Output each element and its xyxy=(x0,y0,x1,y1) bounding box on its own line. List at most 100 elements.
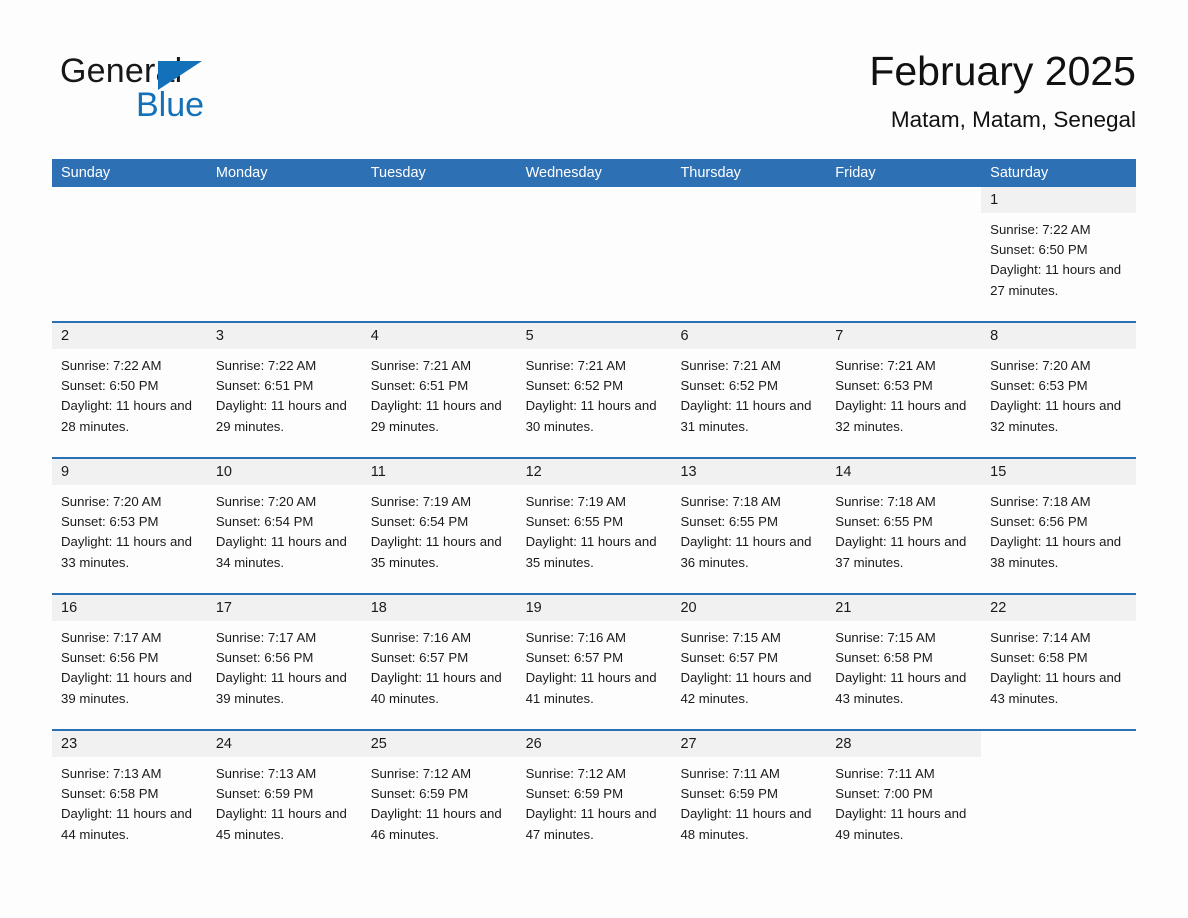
weekday-header-wednesday: Wednesday xyxy=(525,165,602,181)
day-number-band: 25 xyxy=(361,731,517,757)
day-detail-body: Sunrise: 7:11 AM Sunset: 6:59 PM Daylight:… xyxy=(671,757,826,845)
day-number-band: 5 xyxy=(516,323,672,349)
sunrise-text: Sunrise: 7:17 AM xyxy=(215,630,317,645)
sunset-text: Sunset: 6:51 PM xyxy=(215,378,314,394)
sunset-text: Sunset: 6:53 PM xyxy=(835,378,933,394)
sunrise-text: Sunrise: 7:11 AM xyxy=(835,766,935,781)
calendar-day-cell[interactable]: 25 Sunrise: 7:12 AM Sunset: 6:59 PM Dayligh… xyxy=(361,731,517,865)
daylight-text: Daylight: 11 hours and 28 minutes. xyxy=(61,398,192,434)
calendar-day-cell[interactable]: 6 Sunrise: 7:21 AM Sunset: 6:52 PM Daylight… xyxy=(671,323,827,457)
sunrise-text: Sunrise: 7:18 AM xyxy=(835,494,936,509)
calendar-weeks: 1 Sunrise: 7:22 AM Sunset: 6:50 PM Daylight… xyxy=(52,187,1137,865)
day-number-band: 17 xyxy=(206,595,362,621)
calendar-day-cell[interactable]: 19 Sunrise: 7:16 AM Sunset: 6:57 PM Dayligh… xyxy=(516,595,672,729)
daylight-text: Daylight: 11 hours and 46 minutes. xyxy=(370,806,502,842)
calendar-day-cell[interactable]: 28 Sunrise: 7:11 AM Sunset: 7:00 PM Dayligh… xyxy=(826,731,982,865)
day-detail-body: Sunrise: 7:15 AM Sunset: 6:58 PM Daylight:… xyxy=(826,621,981,709)
sunrise-text: Sunrise: 7:13 AM xyxy=(61,766,162,781)
day-detail-body: Sunrise: 7:12 AM Sunset: 6:59 PM Daylight:… xyxy=(362,757,517,845)
calendar-day-cell[interactable]: 1 Sunrise: 7:22 AM Sunset: 6:50 PM Daylight… xyxy=(981,187,1137,321)
daylight-text: Daylight: 11 hours and 47 minutes. xyxy=(525,806,657,842)
calendar-day-cell[interactable]: 5 Sunrise: 7:21 AM Sunset: 6:52 PM Daylight… xyxy=(516,323,672,457)
day-number: 20 xyxy=(680,600,697,616)
page-header: General Blue February 2025 Matam, Matam,… xyxy=(52,44,1136,148)
day-number: 10 xyxy=(215,464,232,480)
daylight-text: Daylight: 11 hours and 43 minutes. xyxy=(990,670,1122,706)
day-number-band: 26 xyxy=(516,731,672,757)
day-detail-body: Sunrise: 7:18 AM Sunset: 6:56 PM Daylight:… xyxy=(981,485,1136,573)
sunrise-text: Sunrise: 7:21 AM xyxy=(680,358,781,373)
day-number: 8 xyxy=(990,328,999,344)
sunset-text: Sunset: 6:50 PM xyxy=(990,242,1088,258)
calendar-day-cell[interactable]: 10 Sunrise: 7:20 AM Sunset: 6:54 PM Dayligh… xyxy=(206,459,362,593)
daylight-text: Daylight: 11 hours and 31 minutes. xyxy=(680,398,812,434)
calendar-day-cell-empty xyxy=(52,187,207,321)
sunset-text: Sunset: 6:54 PM xyxy=(370,514,469,530)
calendar-day-cell[interactable]: 4 Sunrise: 7:21 AM Sunset: 6:51 PM Daylight… xyxy=(361,323,517,457)
calendar-day-cell[interactable]: 15 Sunrise: 7:18 AM Sunset: 6:56 PM Dayligh… xyxy=(981,459,1137,593)
daylight-text: Daylight: 11 hours and 43 minutes. xyxy=(835,670,967,706)
day-detail-body: Sunrise: 7:20 AM Sunset: 6:53 PM Daylight:… xyxy=(52,485,207,573)
day-detail-body: Sunrise: 7:21 AM Sunset: 6:52 PM Daylight:… xyxy=(517,349,672,437)
calendar-day-cell[interactable]: 23 Sunrise: 7:13 AM Sunset: 6:58 PM Dayligh… xyxy=(52,731,207,865)
daylight-text: Daylight: 11 hours and 40 minutes. xyxy=(370,670,502,706)
calendar-day-cell[interactable]: 22 Sunrise: 7:14 AM Sunset: 6:58 PM Dayligh… xyxy=(981,595,1137,729)
sunset-text: Sunset: 6:51 PM xyxy=(370,378,469,394)
daylight-text: Daylight: 11 hours and 35 minutes. xyxy=(370,534,502,570)
day-number: 28 xyxy=(835,736,852,752)
calendar-day-cell[interactable]: 24 Sunrise: 7:13 AM Sunset: 6:59 PM Dayligh… xyxy=(206,731,362,865)
daylight-text: Daylight: 11 hours and 32 minutes. xyxy=(835,398,967,434)
calendar-day-cell[interactable]: 14 Sunrise: 7:18 AM Sunset: 6:55 PM Dayligh… xyxy=(826,459,982,593)
sunrise-text: Sunrise: 7:18 AM xyxy=(680,494,781,509)
calendar-day-cell[interactable]: 12 Sunrise: 7:19 AM Sunset: 6:55 PM Dayligh… xyxy=(516,459,672,593)
daylight-text: Daylight: 11 hours and 36 minutes. xyxy=(680,534,812,570)
daylight-text: Daylight: 11 hours and 44 minutes. xyxy=(61,806,192,842)
calendar-day-cell[interactable]: 2 Sunrise: 7:22 AM Sunset: 6:50 PM Daylight… xyxy=(52,323,207,457)
daylight-text: Daylight: 11 hours and 30 minutes. xyxy=(525,398,657,434)
weekday-header-tuesday: Tuesday xyxy=(370,165,426,181)
day-number-band: 8 xyxy=(981,323,1137,349)
calendar-day-cell[interactable]: 7 Sunrise: 7:21 AM Sunset: 6:53 PM Daylight… xyxy=(826,323,982,457)
day-detail-body: Sunrise: 7:20 AM Sunset: 6:54 PM Daylight:… xyxy=(207,485,362,573)
day-detail-body: Sunrise: 7:18 AM Sunset: 6:55 PM Daylight:… xyxy=(671,485,826,573)
day-detail-body: Sunrise: 7:22 AM Sunset: 6:50 PM Daylight:… xyxy=(981,213,1136,301)
calendar-day-cell[interactable]: 20 Sunrise: 7:15 AM Sunset: 6:57 PM Dayligh… xyxy=(671,595,827,729)
day-number-band: 10 xyxy=(206,459,362,485)
calendar-day-cell[interactable]: 26 Sunrise: 7:12 AM Sunset: 6:59 PM Dayligh… xyxy=(516,731,672,865)
calendar-week-row: 2 Sunrise: 7:22 AM Sunset: 6:50 PM Daylight… xyxy=(52,321,1137,457)
day-number-band: 13 xyxy=(671,459,827,485)
day-number-band: 7 xyxy=(826,323,982,349)
sunrise-text: Sunrise: 7:21 AM xyxy=(525,358,627,373)
calendar-day-cell[interactable]: 3 Sunrise: 7:22 AM Sunset: 6:51 PM Daylight… xyxy=(206,323,362,457)
calendar-day-cell[interactable]: 18 Sunrise: 7:16 AM Sunset: 6:57 PM Dayligh… xyxy=(361,595,517,729)
calendar-day-cell[interactable]: 11 Sunrise: 7:19 AM Sunset: 6:54 PM Dayligh… xyxy=(361,459,517,593)
sunset-text: Sunset: 6:52 PM xyxy=(680,378,778,394)
calendar-day-cell[interactable]: 13 Sunrise: 7:18 AM Sunset: 6:55 PM Dayligh… xyxy=(671,459,827,593)
calendar-header-row: Sunday Monday Tuesday Wednesday Thursday… xyxy=(52,159,1136,187)
calendar-day-cell[interactable]: 16 Sunrise: 7:17 AM Sunset: 6:56 PM Dayligh… xyxy=(52,595,207,729)
calendar-week-row: 16 Sunrise: 7:17 AM Sunset: 6:56 PM Dayligh… xyxy=(52,593,1137,729)
day-number: 13 xyxy=(680,464,697,480)
day-detail-body: Sunrise: 7:16 AM Sunset: 6:57 PM Daylight:… xyxy=(362,621,517,709)
day-number: 22 xyxy=(990,600,1007,616)
calendar-day-cell[interactable]: 8 Sunrise: 7:20 AM Sunset: 6:53 PM Daylight… xyxy=(981,323,1137,457)
day-number: 24 xyxy=(215,736,232,752)
general-blue-logo: General Blue xyxy=(60,52,320,132)
sunset-text: Sunset: 6:56 PM xyxy=(990,514,1088,530)
calendar-day-cell[interactable]: 27 Sunrise: 7:11 AM Sunset: 6:59 PM Dayligh… xyxy=(671,731,827,865)
daylight-text: Daylight: 11 hours and 42 minutes. xyxy=(680,670,812,706)
day-number: 14 xyxy=(835,464,852,480)
day-number-band: 20 xyxy=(671,595,827,621)
calendar-day-cell[interactable]: 17 Sunrise: 7:17 AM Sunset: 6:56 PM Dayligh… xyxy=(206,595,362,729)
calendar-day-cell[interactable]: 21 Sunrise: 7:15 AM Sunset: 6:58 PM Dayligh… xyxy=(826,595,982,729)
day-number: 7 xyxy=(835,328,844,344)
calendar-day-cell[interactable]: 9 Sunrise: 7:20 AM Sunset: 6:53 PM Daylight… xyxy=(52,459,207,593)
daylight-text: Daylight: 11 hours and 39 minutes. xyxy=(61,670,192,706)
day-number: 18 xyxy=(370,600,387,616)
day-detail-body: Sunrise: 7:22 AM Sunset: 6:50 PM Daylight:… xyxy=(52,349,207,437)
calendar-day-cell-empty xyxy=(362,187,517,321)
sunset-text: Sunset: 6:55 PM xyxy=(680,514,778,530)
sunrise-text: Sunrise: 7:17 AM xyxy=(61,630,162,645)
calendar-day-cell-empty xyxy=(981,731,1136,865)
sunset-text: Sunset: 6:59 PM xyxy=(370,786,469,802)
